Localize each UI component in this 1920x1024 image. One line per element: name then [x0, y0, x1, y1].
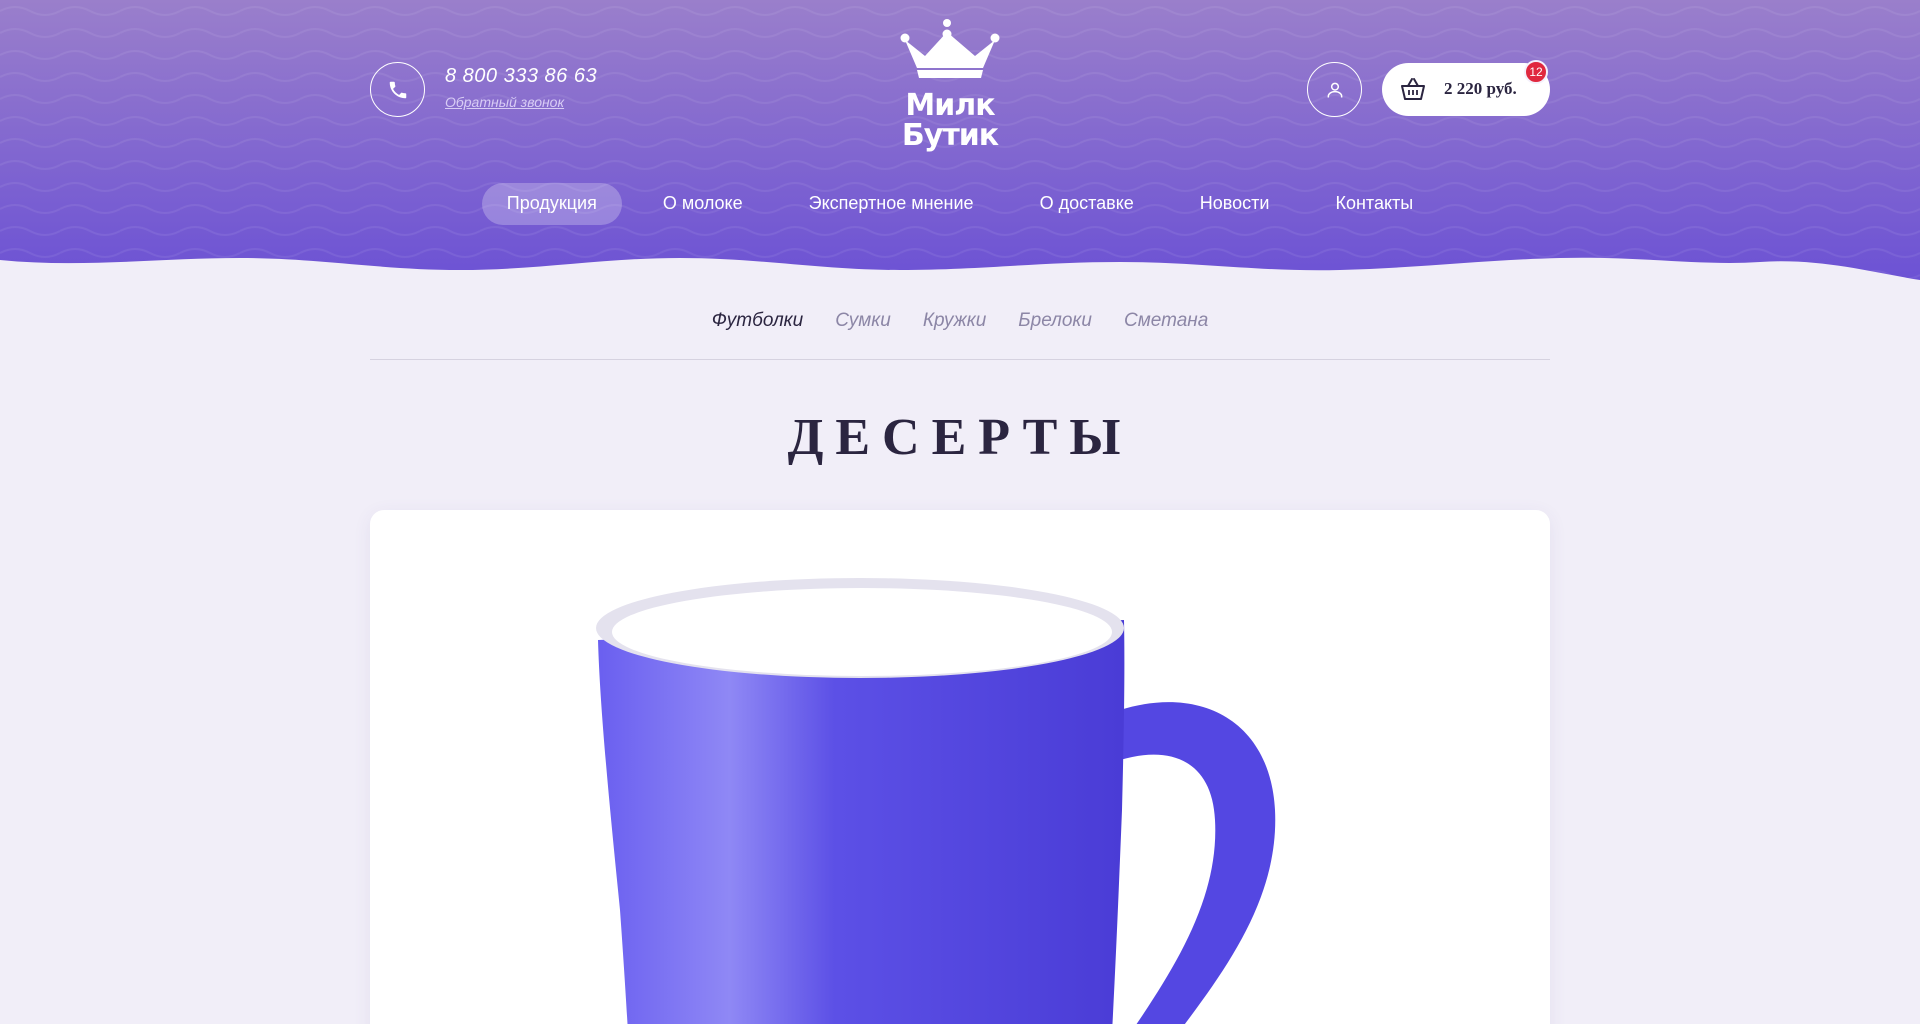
nav-item-about-milk[interactable]: О молоке [638, 183, 768, 225]
tab-sour-cream[interactable]: Сметана [1124, 310, 1208, 359]
page-title: ДЕСЕРТЫ [787, 409, 1133, 466]
tab-keychains[interactable]: Брелоки [1018, 310, 1092, 359]
cart-button[interactable]: 2 220 руб. 12 [1382, 60, 1550, 116]
nav-item-products[interactable]: Продукция [481, 183, 622, 225]
account-button[interactable] [1307, 62, 1362, 117]
tab-bags[interactable]: Сумки [835, 310, 891, 359]
nav-item-contacts[interactable]: Контакты [1310, 183, 1438, 225]
main-nav: Продукция О молоке Экспертное мнение О д… [0, 183, 1920, 225]
user-icon [1327, 82, 1342, 97]
product-image-mug[interactable] [370, 510, 1550, 1024]
logo-text-line2: Бутик [901, 118, 999, 153]
phone-number[interactable]: 8 800 333 86 63 [445, 65, 597, 88]
tab-mugs[interactable]: Кружки [923, 310, 986, 359]
nav-item-news[interactable]: Новости [1175, 183, 1295, 225]
product-card[interactable] [370, 510, 1550, 1024]
phone-button[interactable] [370, 62, 425, 117]
nav-item-expert-opinion[interactable]: Экспертное мнение [784, 183, 999, 225]
tab-tshirts[interactable]: Футболки [712, 310, 804, 359]
crown-icon [900, 19, 1000, 78]
site-logo[interactable]: Милк Бутик [895, 18, 1005, 158]
site-header: 8 800 333 86 63 Обратный звонок Милк Бут… [0, 0, 1920, 290]
category-tabs: Футболки Сумки Кружки Брелоки Сметана [370, 310, 1550, 360]
phone-icon [389, 81, 406, 98]
nav-item-delivery[interactable]: О доставке [1015, 183, 1159, 225]
cart-count-badge: 12 [1524, 60, 1548, 84]
basket-icon [1401, 78, 1425, 100]
callback-link[interactable]: Обратный звонок [445, 94, 564, 110]
cart-total: 2 220 руб. [1444, 79, 1517, 98]
